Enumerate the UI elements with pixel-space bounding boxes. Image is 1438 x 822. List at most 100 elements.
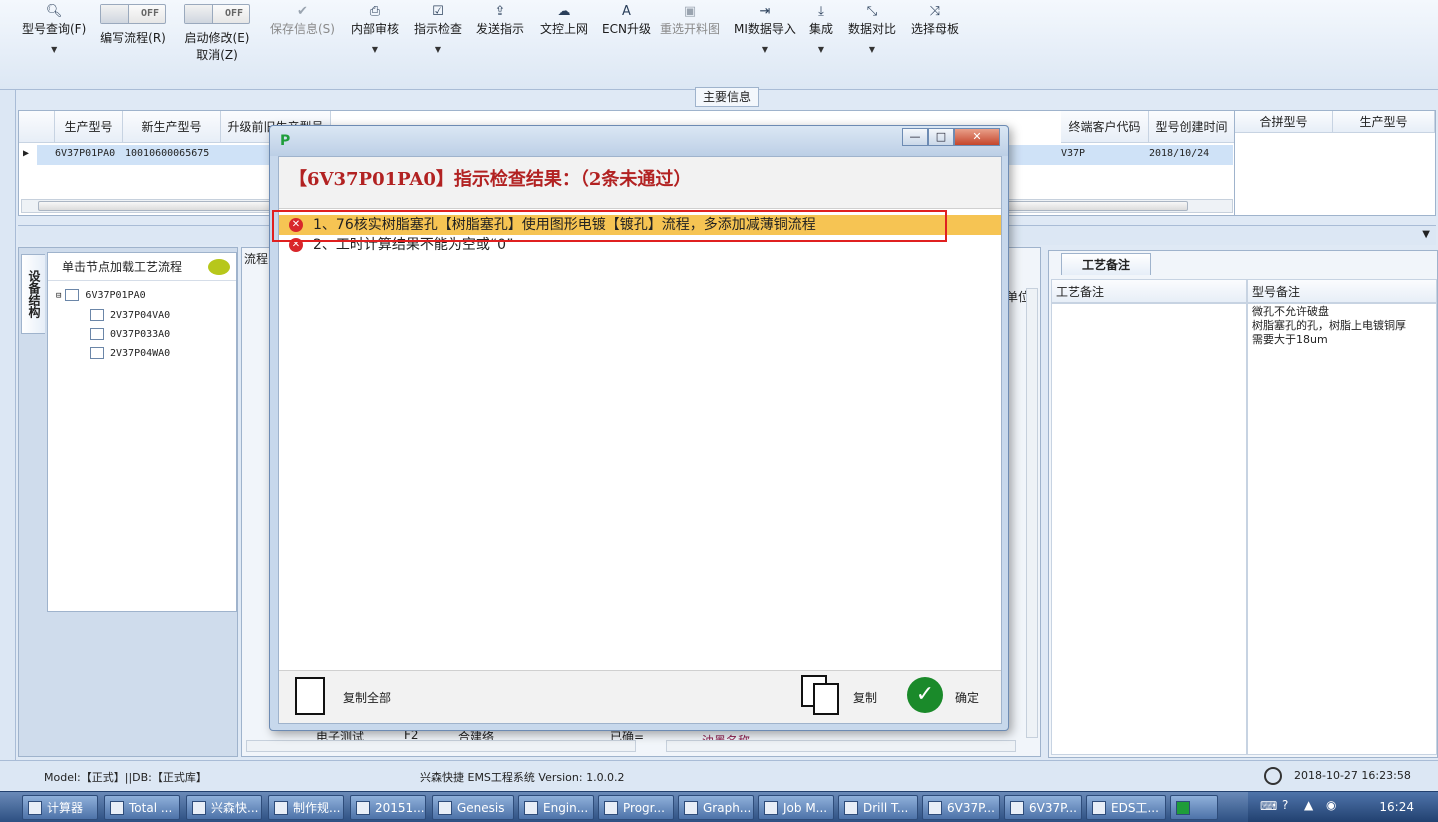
taskbar-item[interactable]: 6V37P... [1004, 795, 1082, 820]
cell-prod-no[interactable]: 6V37P01PA0 [55, 148, 115, 159]
taskbar-item[interactable]: Genesis [432, 795, 514, 820]
taskbar-time[interactable]: 16:24 [1379, 800, 1414, 814]
keyboard-icon[interactable]: ⌨ [1260, 799, 1277, 813]
model-query-button[interactable]: 🔍︎ 型号查询(F) ▼ [22, 4, 86, 54]
start-modify-switch[interactable]: OFF [184, 4, 250, 24]
reselect-layout-button[interactable]: ▣ 重选开料图 [660, 4, 720, 37]
arrow-up-icon[interactable]: ▲ [1304, 798, 1313, 812]
taskbar-item[interactable]: 6V37P... [922, 795, 1000, 820]
ok-button[interactable]: 确定 [955, 679, 979, 717]
highlight-box [272, 210, 947, 242]
taskbar: 计算器 Total ... 兴森快... 制作规... 20151... Gen… [0, 791, 1438, 822]
document-icon[interactable] [295, 677, 325, 715]
cell-customer-code[interactable]: V37P [1061, 148, 1085, 159]
taskbar-item[interactable]: Graph... [678, 795, 754, 820]
mi-import-button[interactable]: ⇥ MI数据导入 ▼ [734, 4, 796, 54]
save-info-button[interactable]: ✔ 保存信息(S) [270, 4, 335, 37]
tree-node[interactable]: ⊟ 6V37P01PA0 [56, 289, 146, 301]
select-master-button[interactable]: ⤨ 选择母板 [911, 4, 959, 37]
write-flow-toggle[interactable]: OFF 编写流程(R) [100, 4, 166, 46]
app-icon [844, 801, 858, 815]
maximize-button[interactable]: □ [928, 128, 954, 146]
chevron-down-icon: ▼ [51, 45, 58, 54]
status-model: Model:【正式】||DB:【正式库】 [44, 771, 207, 784]
tree-node[interactable]: 2V37P04WA0 [90, 347, 170, 359]
send-instruction-button[interactable]: ⇪ 发送指示 [476, 4, 524, 37]
word-icon [356, 801, 370, 815]
taskbar-item-active[interactable] [1170, 795, 1218, 820]
dialog-titlebar[interactable]: P — □ ✕ [270, 126, 1008, 156]
cloud-upload-icon: ☁ [557, 4, 571, 19]
node-icon [90, 328, 104, 340]
check-circle-icon[interactable]: ✓ [907, 677, 943, 713]
tree-node[interactable]: 2V37P04VA0 [90, 309, 170, 321]
doc-upload-button[interactable]: ☁ 文控上网 [540, 4, 588, 37]
floppy-icon [110, 801, 124, 815]
chevron-down-icon: ▼ [371, 45, 379, 54]
result-list: ✕ 1、76核实树脂塞孔【树脂塞孔】使用图形电镀【镀孔】流程，多添加减薄铜流程 … [279, 215, 1001, 670]
tab-equipment-structure[interactable]: 设备结构 [21, 254, 45, 334]
taskbar-item[interactable]: Total ... [104, 795, 180, 820]
help-icon[interactable]: ? [1282, 798, 1288, 812]
collapse-icon: ⊟ [56, 291, 62, 301]
taskbar-item[interactable]: Job M... [758, 795, 834, 820]
taskbar-item[interactable]: EDS工... [1086, 795, 1166, 820]
cancel-button[interactable]: 取消(Z) [184, 46, 250, 63]
minimize-button[interactable]: — [902, 128, 928, 146]
col-header[interactable]: 生产型号 [1333, 111, 1435, 133]
col-header[interactable]: 型号创建时间 [1149, 111, 1235, 143]
main-info-legend: 主要信息 [695, 87, 759, 107]
font-icon: A [622, 4, 631, 19]
write-flow-switch[interactable]: OFF [100, 4, 166, 24]
close-button[interactable]: ✕ [954, 128, 1000, 146]
horizontal-scrollbar[interactable] [666, 740, 1016, 752]
integrate-button[interactable]: ⤓ 集成 ▼ [809, 4, 833, 54]
status-bar: Model:【正式】||DB:【正式库】 兴森快捷 EMS工程系统 Versio… [0, 760, 1438, 790]
process-notes-text[interactable] [1051, 303, 1247, 755]
internal-review-button[interactable]: ⎙ 内部审核 ▼ [351, 4, 399, 54]
upload-icon: ⇪ [494, 4, 506, 19]
col-header[interactable]: 工艺备注 [1051, 279, 1247, 303]
taskbar-item[interactable]: 兴森快... [186, 795, 262, 820]
col-header[interactable]: 型号备注 [1247, 279, 1437, 303]
node-icon [65, 289, 80, 301]
vertical-scrollbar[interactable] [1026, 288, 1038, 738]
search-icon: 🔍︎ [45, 4, 63, 19]
col-header[interactable]: 合拼型号 [1235, 111, 1333, 133]
chevron-down-icon[interactable]: ▼ [1422, 229, 1430, 240]
status-datetime: 2018-10-27 16:23:58 [1294, 769, 1411, 782]
model-notes-text[interactable]: 微孔不允许破盘 树脂塞孔的孔，树脂上电镀铜厚 需要大于18um [1247, 303, 1437, 755]
copy-all-button[interactable]: 复制全部 [343, 679, 391, 717]
taskbar-item[interactable]: 制作规... [268, 795, 344, 820]
data-compare-button[interactable]: ⤡ 数据对比 ▼ [848, 4, 896, 54]
cell-new-prod-no[interactable]: 10010600065675 [125, 148, 209, 159]
app-icon [524, 801, 538, 815]
chevron-down-icon: ▼ [761, 45, 769, 54]
col-header[interactable]: 新生产型号 [123, 111, 221, 143]
ecn-upgrade-button[interactable]: A ECN升级 [602, 4, 651, 37]
copy-icon-back [813, 683, 839, 715]
check-icon: ✔ [297, 4, 308, 19]
taskbar-item[interactable]: Engin... [518, 795, 594, 820]
node-icon [90, 347, 104, 359]
network-icon[interactable]: ◉ [1326, 798, 1336, 812]
start-modify-toggle[interactable]: OFF 启动修改(E) 取消(Z) [184, 4, 250, 63]
col-header[interactable]: 终端客户代码 [1061, 111, 1149, 143]
col-header[interactable]: 生产型号 [55, 111, 123, 143]
flow-tree: 单击节点加载工艺流程 ⊟ 6V37P01PA0 2V37P04VA0 0V37P0… [47, 252, 237, 612]
taskbar-item[interactable]: 计算器 [22, 795, 98, 820]
clock-icon [1264, 767, 1282, 785]
row-indicator-icon: ▶ [23, 148, 30, 159]
tree-node[interactable]: 0V37P033A0 [90, 328, 170, 340]
copy-button[interactable]: 复制 [853, 679, 877, 717]
tab-process-notes[interactable]: 工艺备注 [1061, 253, 1151, 275]
taskbar-item[interactable]: Drill T... [838, 795, 918, 820]
app-logo-icon [1176, 801, 1190, 815]
cell-created[interactable]: 2018/10/24 [1149, 148, 1209, 159]
dialog-header: 【6V37P01PA0】指示检查结果：（2条未通过） [279, 157, 1001, 209]
eds-icon [1092, 801, 1106, 815]
instruction-check-button[interactable]: ☑ 指示检查 ▼ [414, 4, 462, 54]
taskbar-item[interactable]: Progr... [598, 795, 674, 820]
horizontal-scrollbar[interactable] [246, 740, 636, 752]
taskbar-item[interactable]: 20151... [350, 795, 426, 820]
